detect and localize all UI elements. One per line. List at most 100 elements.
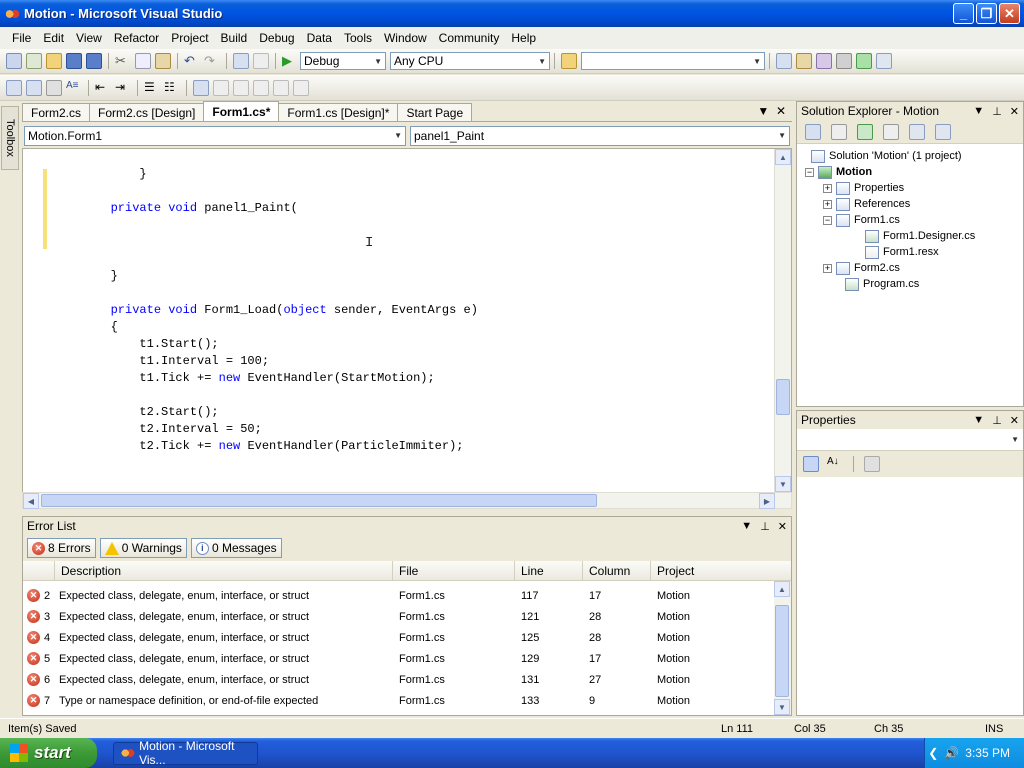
code-line[interactable]: t1.Interval = 100;	[53, 353, 478, 370]
table-row[interactable]: ✕ 6 Expected class, delegate, enum, interf…	[23, 669, 775, 690]
tree-item-program[interactable]: Program.cs	[845, 276, 919, 292]
auto-hide-pin-icon[interactable]: ⊥	[992, 414, 1002, 427]
close-pane-icon[interactable]: ✕	[1010, 105, 1019, 118]
menu-help[interactable]: Help	[505, 31, 542, 45]
tab-form2-design[interactable]: Form2.cs [Design]	[89, 103, 205, 121]
code-line[interactable]	[53, 217, 478, 234]
property-pages-icon[interactable]	[864, 456, 880, 472]
code-line[interactable]	[53, 183, 478, 200]
object-selector-dropdown[interactable]: ▼	[797, 429, 1023, 451]
command-window-icon[interactable]	[876, 53, 892, 69]
table-row[interactable]: ✕ 3 Expected class, delegate, enum, interf…	[23, 606, 775, 627]
editor-vertical-scrollbar[interactable]: ▲ ▼	[774, 149, 791, 492]
scroll-down-icon[interactable]: ▼	[775, 476, 791, 492]
warnings-filter-button[interactable]: 0 Warnings	[99, 538, 187, 558]
collapse-icon[interactable]: −	[823, 215, 832, 225]
auto-hide-pin-icon[interactable]: ⊥	[992, 105, 1002, 118]
code-line[interactable]: t1.Tick += new EventHandler(StartMotion)…	[53, 370, 478, 387]
alphabetical-icon[interactable]: A↓	[827, 456, 843, 472]
view-class-diagram-icon[interactable]	[935, 123, 951, 140]
view-designer-icon[interactable]	[909, 123, 925, 140]
menu-tools[interactable]: Tools	[338, 31, 378, 45]
code-line[interactable]: t2.Start();	[53, 404, 478, 421]
restore-button[interactable]: ❐	[976, 3, 997, 24]
auto-hide-pin-icon[interactable]: ⊥	[760, 520, 770, 533]
object-browser-icon[interactable]	[816, 53, 832, 69]
previous-bookmark-icon[interactable]	[213, 79, 229, 96]
expand-icon[interactable]: +	[823, 263, 832, 273]
navigate-backward-icon[interactable]	[233, 53, 249, 69]
menu-file[interactable]: File	[6, 31, 37, 45]
code-line[interactable]: private void Form1_Load(object sender, E…	[53, 302, 478, 319]
menu-project[interactable]: Project	[165, 31, 214, 45]
save-all-icon[interactable]	[86, 53, 102, 69]
menu-debug[interactable]: Debug	[253, 31, 300, 45]
copy-icon[interactable]	[135, 53, 151, 69]
column-header-file[interactable]: File	[393, 561, 515, 580]
solution-platform-select[interactable]: Any CPU ▼	[390, 52, 550, 70]
menu-view[interactable]: View	[70, 31, 108, 45]
menu-edit[interactable]: Edit	[37, 31, 70, 45]
column-header-line[interactable]: Line	[515, 561, 583, 580]
window-position-icon[interactable]: ▼	[973, 414, 984, 427]
editor-horizontal-scrollbar[interactable]: ◀ ▶	[22, 492, 792, 509]
close-pane-icon[interactable]: ✕	[1010, 414, 1019, 427]
start-button[interactable]: start	[0, 738, 97, 768]
paste-icon[interactable]	[155, 53, 171, 69]
refresh-icon[interactable]	[857, 123, 873, 140]
table-row[interactable]: ✕ 7 Type or namespace definition, or end-o…	[23, 690, 775, 711]
solution-configuration-select[interactable]: Debug ▼	[300, 52, 386, 70]
previous-bookmark-folder-icon[interactable]	[253, 79, 269, 96]
menu-refactor[interactable]: Refactor	[108, 31, 165, 45]
categorized-icon[interactable]	[803, 456, 819, 472]
code-line[interactable]: }	[53, 166, 478, 183]
close-pane-icon[interactable]: ✕	[778, 520, 787, 533]
errors-filter-button[interactable]: ✕ 8 Errors	[27, 538, 96, 558]
display-parameter-info-icon[interactable]	[26, 79, 42, 96]
close-document-icon[interactable]: ✕	[776, 104, 786, 118]
taskbar-item-motion[interactable]: Motion - Microsoft Vis...	[113, 739, 258, 767]
window-position-icon[interactable]: ▼	[973, 105, 984, 118]
word-completion-icon[interactable]: A≡	[66, 80, 82, 96]
tree-item-properties[interactable]: + Properties	[823, 180, 904, 196]
code-line[interactable]	[53, 234, 478, 251]
column-header-project[interactable]: Project	[651, 561, 775, 580]
tree-item-form1-resx[interactable]: Form1.resx	[865, 244, 939, 260]
tree-item-references[interactable]: + References	[823, 196, 910, 212]
cut-icon[interactable]: ✂	[115, 53, 131, 69]
column-header-description[interactable]: Description	[55, 561, 393, 580]
find-in-files-icon[interactable]	[561, 53, 577, 69]
tab-form1-cs[interactable]: Form1.cs*	[203, 101, 280, 121]
tray-expand-icon[interactable]: ❮	[928, 746, 938, 760]
close-button[interactable]: ✕	[999, 3, 1020, 24]
column-header-icon[interactable]	[23, 561, 55, 580]
scroll-up-icon[interactable]: ▲	[774, 581, 790, 597]
add-item-icon[interactable]	[26, 53, 42, 69]
window-position-icon[interactable]: ▼	[741, 520, 752, 533]
decrease-indent-icon[interactable]: ⇤	[95, 80, 111, 96]
messages-filter-button[interactable]: i0 Messages	[190, 538, 282, 558]
collapse-icon[interactable]: −	[805, 167, 814, 177]
column-header-column[interactable]: Column	[583, 561, 651, 580]
code-line[interactable]: t1.Start();	[53, 336, 478, 353]
code-line[interactable]: t2.Tick += new EventHandler(ParticleImmi…	[53, 438, 478, 455]
menu-data[interactable]: Data	[301, 31, 338, 45]
tree-item-form1-designer[interactable]: Form1.Designer.cs	[865, 228, 975, 244]
tab-form2-cs[interactable]: Form2.cs	[22, 103, 91, 121]
solution-explorer-icon[interactable]	[776, 53, 792, 69]
table-row[interactable]: ✕ 4 Expected class, delegate, enum, interf…	[23, 627, 775, 648]
tab-form1-design[interactable]: Form1.cs [Design]*	[278, 103, 399, 121]
find-input[interactable]: ▼	[581, 52, 765, 70]
scroll-down-icon[interactable]: ▼	[774, 699, 790, 715]
save-icon[interactable]	[66, 53, 82, 69]
comment-lines-icon[interactable]: ☰	[144, 80, 160, 96]
menu-window[interactable]: Window	[378, 31, 433, 45]
scroll-left-icon[interactable]: ◀	[23, 493, 39, 509]
uncomment-lines-icon[interactable]: ☷	[164, 80, 180, 96]
code-line[interactable]: t2.Interval = 50;	[53, 421, 478, 438]
table-row[interactable]: ✕ 2 Expected class, delegate, enum, interf…	[23, 585, 775, 606]
display-quick-info-icon[interactable]	[46, 79, 62, 96]
members-dropdown[interactable]: panel1_Paint ▼	[410, 125, 790, 146]
scroll-thumb[interactable]	[776, 379, 790, 415]
scroll-right-icon[interactable]: ▶	[759, 493, 775, 509]
